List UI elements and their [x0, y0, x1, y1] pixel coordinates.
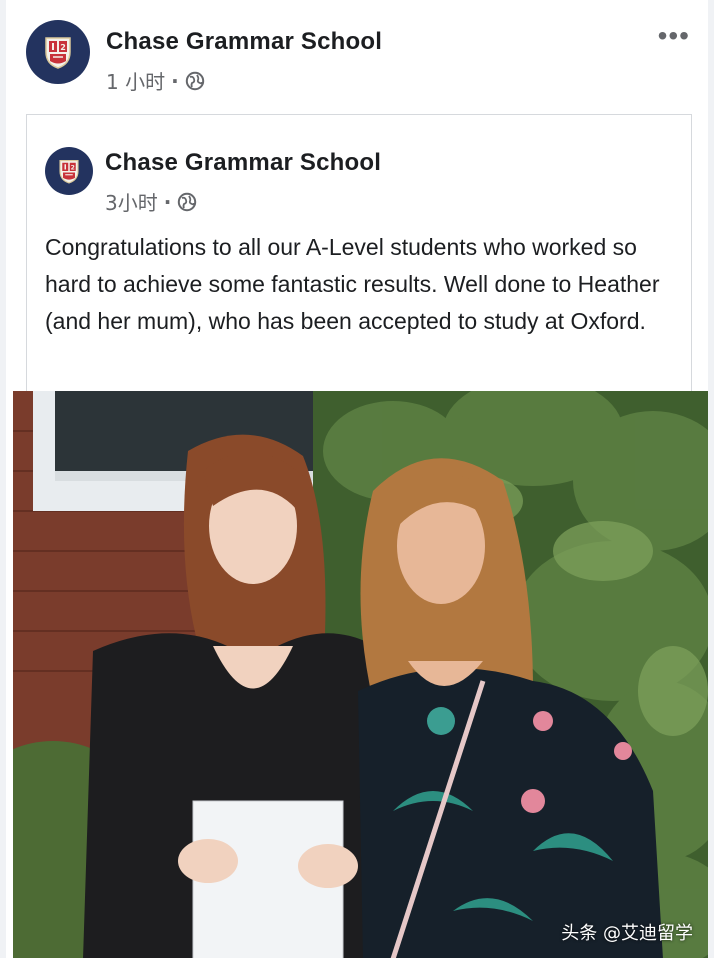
shared-author-name[interactable]: Chase Grammar School	[105, 149, 381, 177]
school-crest-icon: 2	[59, 159, 79, 184]
svg-text:2: 2	[60, 43, 66, 52]
post-meta: 1 小时 ·	[106, 66, 205, 95]
watermark: 头条 @艾迪留学	[561, 923, 693, 944]
shared-post-time[interactable]: 3小时	[105, 187, 158, 216]
meta-separator: ·	[163, 189, 172, 214]
globe-icon[interactable]	[185, 71, 205, 91]
post-card: 2 Chase Grammar School 1 小时 · ••• 2 Chas…	[6, 0, 708, 958]
globe-icon[interactable]	[177, 192, 197, 212]
avatar[interactable]: 2	[26, 20, 90, 84]
shared-post[interactable]: 2 Chase Grammar School 3小时 · Congratulat…	[13, 114, 708, 958]
post-photo[interactable]: 头条 @艾迪留学	[13, 391, 708, 958]
more-options-button[interactable]: •••	[658, 22, 690, 50]
photo-illustration	[13, 391, 708, 958]
svg-text:2: 2	[71, 165, 75, 172]
post-header: 2 Chase Grammar School 1 小时 · •••	[26, 18, 692, 98]
shared-avatar[interactable]: 2	[45, 147, 93, 195]
meta-separator: ·	[171, 68, 179, 93]
school-crest-icon: 2	[45, 37, 71, 69]
author-name[interactable]: Chase Grammar School	[106, 28, 382, 56]
post-time[interactable]: 1 小时	[106, 66, 165, 95]
shared-post-meta: 3小时 ·	[105, 187, 197, 216]
post-text: Congratulations to all our A-Level stude…	[45, 234, 660, 334]
